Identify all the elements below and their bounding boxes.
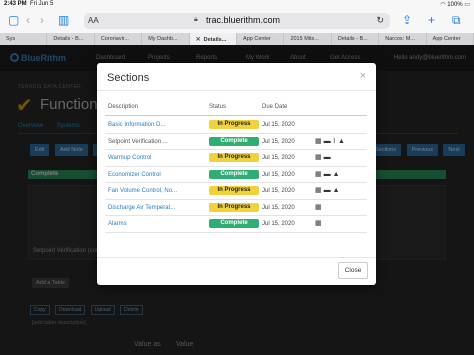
status-badge: In Progress [209,120,259,129]
section-row: Fan Volume Control, No... In Progress Jul … [105,183,367,200]
divider [105,115,367,116]
browser-tab[interactable]: App Center [427,33,474,45]
browser-tab[interactable]: Details - B... [47,33,95,45]
due-date: Jul 15, 2020 [262,171,295,178]
safari-toolbar: ▢ ‹ › ▥ AA 🔒︎ trac.bluerithm.com ↻ ⇪ + ⧉ [0,9,474,33]
due-date: Jul 15, 2020 [262,138,295,145]
status-battery: ◠ 100% ▭ [440,2,470,8]
browser-tab[interactable]: App Center [237,33,285,45]
section-link: Setpoint Verification ... [108,138,168,145]
column-header-due-date: Due Date [262,104,288,110]
row-icons: ▦ ▬ ⌇ ▲ [315,137,347,145]
ios-status-bar: 2:43 PM Fri Jun 5 ◠ 100% ▭ [0,0,474,9]
status-badge: Complete [209,219,259,228]
section-link[interactable]: Economizer Control [108,172,161,178]
due-date: Jul 15, 2020 [262,204,295,211]
divider [97,90,376,91]
warning-icon[interactable]: ▲ [333,171,340,178]
section-link[interactable]: Basic Information D... [108,122,165,128]
table-icon[interactable]: ▦ [315,137,322,145]
due-date: Jul 15, 2020 [262,188,295,194]
lock-icon: 🔒︎ [194,16,198,23]
due-date: Jul 15, 2020 [262,155,295,161]
status-badge: In Progress [209,186,259,195]
close-icon[interactable]: × [360,70,366,82]
reload-icon[interactable]: ↻ [376,15,384,26]
address-bar[interactable]: AA 🔒︎ trac.bluerithm.com ↻ [84,13,390,29]
row-icons: ▦ [315,203,324,211]
warning-icon[interactable]: ▲ [338,138,345,145]
modal-title: Sections [107,72,150,84]
comments-icon[interactable]: ▬ [324,187,331,194]
table-icon[interactable]: ▦ [315,219,322,227]
due-date: Jul 15, 2020 [262,122,295,128]
browser-tab[interactable]: Details - B... [332,33,380,45]
browser-tab[interactable]: Sys [0,33,48,45]
text-size-button[interactable]: AA [88,16,99,25]
divider [97,257,376,258]
close-tab-icon[interactable]: ✕ [196,37,201,43]
row-icons: ▦ ▬ [315,153,333,161]
status-badge: Complete [209,136,259,146]
comments-icon[interactable]: ▬ [324,154,331,161]
row-icons: ▦ ▬ ▲ [315,186,342,194]
section-link[interactable]: Alarms [108,221,127,227]
paperclip-icon[interactable]: ⌇ [333,137,336,145]
column-header-status: Status [209,104,227,110]
browser-tab[interactable]: Coronavir... [95,33,143,45]
table-icon[interactable]: ▦ [315,203,322,211]
status-badge: In Progress [209,202,259,212]
browser-tab[interactable]: My Dashb... [142,33,190,45]
chevron-right-icon[interactable]: › [40,13,44,27]
section-link[interactable]: Discharge Air Temperat... [108,205,175,211]
section-row: Setpoint Verification ... Complete Jul 15,… [105,134,367,150]
battery-icon: ▭ [464,2,470,8]
tabs-grid-icon[interactable]: ⧉ [452,13,461,28]
status-badge: Complete [209,169,259,179]
sidebar-icon[interactable]: ▢ [8,13,19,27]
close-button[interactable]: Close [338,262,368,279]
table-icon[interactable]: ▦ [315,153,322,161]
table-icon[interactable]: ▦ [315,170,322,178]
status-badge: In Progress [209,153,259,162]
section-row: Warmup Control In Progress Jul 15, 2020 ▦ ▬ [105,150,367,167]
url-text: trac.bluerithm.com [206,15,281,25]
section-link[interactable]: Warmup Control [108,155,151,161]
book-icon[interactable]: ▥ [58,13,69,27]
table-icon[interactable]: ▦ [315,186,322,194]
section-row: Economizer Control Complete Jul 15, 2020 ▦ ▬… [105,167,367,183]
browser-tab[interactable]: Narcos: M... [379,33,427,45]
status-time: 2:43 PM [4,1,27,7]
plus-icon[interactable]: + [428,13,435,27]
section-row: Basic Information D... In Progress Jul 15,… [105,117,367,134]
warning-icon[interactable]: ▲ [333,187,340,194]
row-icons: ▦ [315,219,324,227]
browser-tab[interactable]: 2015 Mits... [284,33,332,45]
row-icons: ▦ ▬ ▲ [315,170,342,178]
comments-icon[interactable]: ▬ [324,138,331,145]
column-header-description: Description [108,104,139,110]
browser-tab-bar: Sys Details - B... Coronavir... My Dashb… [0,33,474,45]
section-row: Discharge Air Temperat... In Progress Jul … [105,200,367,216]
share-icon[interactable]: ⇪ [402,13,412,27]
browser-tab-active[interactable]: ✕ Details... [189,33,238,45]
comments-icon[interactable]: ▬ [324,171,331,178]
chevron-left-icon[interactable]: ‹ [26,13,30,27]
due-date: Jul 15, 2020 [262,221,295,227]
section-link[interactable]: Fan Volume Control, No... [108,188,177,194]
section-row: Alarms Complete Jul 15, 2020 ▦ [105,216,367,233]
status-date: Fri Jun 5 [30,1,54,7]
sections-modal: Sections × Description Status Due Date B… [97,63,376,285]
